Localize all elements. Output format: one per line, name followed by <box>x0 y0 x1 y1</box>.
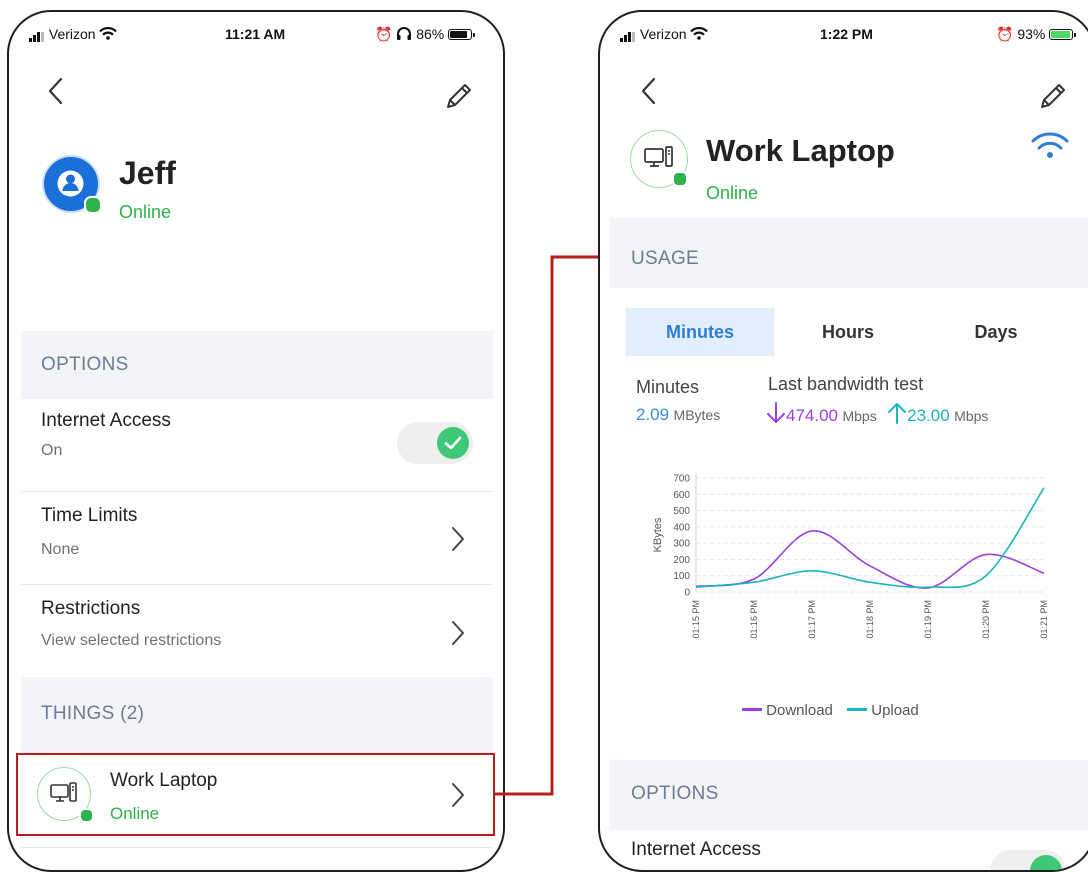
chart-x-tick-label: 01:16 PM <box>749 600 759 639</box>
device-name: Work Laptop <box>706 133 895 168</box>
chart-y-tick-label: 600 <box>673 490 690 501</box>
alarm-icon: ⏰ <box>375 26 393 42</box>
chart-x-tick-label: 01:17 PM <box>807 600 817 639</box>
arrow-up-icon <box>888 403 907 424</box>
bandwidth-label: Last bandwidth test <box>768 374 924 394</box>
usage-value-group: 2.09 MBytes <box>636 405 720 425</box>
usage-label: Minutes <box>636 377 700 397</box>
chart-y-tick-label: 200 <box>673 555 690 566</box>
profile-name: Jeff <box>119 155 176 191</box>
status-bar-right: Verizon <box>620 26 709 42</box>
tab-days[interactable]: Days <box>922 308 1070 356</box>
edit-pencil-icon[interactable] <box>1037 80 1069 112</box>
alarm-icon: ⏰ <box>996 26 1014 42</box>
internet-access-toggle[interactable] <box>397 422 473 464</box>
status-time: 11:21 AM <box>225 26 286 42</box>
options-header-label: OPTIONS <box>41 354 129 375</box>
legend-label-upload: Upload <box>871 702 919 719</box>
time-limits-title: Time Limits <box>41 505 138 526</box>
restrictions-value: View selected restrictions <box>41 632 222 649</box>
chart-y-tick-label: 400 <box>673 522 690 533</box>
chart-y-tick-label: 0 <box>684 588 690 599</box>
chart-y-tick-label: 700 <box>673 474 690 485</box>
back-arrow-icon[interactable] <box>45 76 67 106</box>
chart-y-tick-label: 500 <box>673 506 690 517</box>
online-indicator-dot <box>84 196 102 214</box>
chart-series-line-upload <box>695 487 1045 589</box>
chevron-right-icon[interactable] <box>449 524 467 554</box>
legend-swatch-download <box>742 708 762 711</box>
cellular-signal-icon <box>29 26 45 42</box>
back-arrow-icon[interactable] <box>638 76 660 106</box>
internet-access-title: Internet Access <box>631 839 761 860</box>
divider <box>21 847 493 848</box>
usage-unit: MBytes <box>673 407 721 423</box>
download-value: 474.00 <box>786 406 838 425</box>
chart-y-axis-label: KBytes <box>652 517 664 552</box>
battery-percent: 86% <box>416 26 445 42</box>
phone-left-screen: Verizon 11:21 AM ⏰ 86% Jeff Online OPTIO… <box>7 10 505 872</box>
things-header-label: THINGS (2) <box>41 703 145 724</box>
internet-access-value: On <box>41 442 63 459</box>
time-limits-value: None <box>41 541 80 558</box>
battery-percent: 93% <box>1017 26 1046 42</box>
chart-x-tick-label: 01:15 PM <box>691 600 701 639</box>
options-header-label: OPTIONS <box>631 783 719 804</box>
chevron-right-icon[interactable] <box>449 618 467 648</box>
highlight-box <box>16 753 495 836</box>
status-time: 1:22 PM <box>820 26 873 42</box>
online-indicator-dot <box>672 171 688 187</box>
edit-pencil-icon[interactable] <box>443 80 475 112</box>
status-right-group: ⏰ 93% <box>996 26 1077 43</box>
headphones-icon <box>397 27 412 40</box>
carrier-label: Verizon <box>48 26 96 42</box>
usage-header-label: USAGE <box>631 248 700 269</box>
battery-icon <box>448 29 476 40</box>
chart-y-tick-label: 300 <box>673 539 690 550</box>
tab-hours[interactable]: Hours <box>774 308 922 356</box>
chart-legend: Download Upload <box>742 702 919 719</box>
upload-unit: Mbps <box>954 408 989 424</box>
chart-x-tick-label: 01:20 PM <box>981 600 991 639</box>
device-status: Online <box>706 183 759 203</box>
legend-swatch-upload <box>847 708 868 711</box>
wifi-status-icon <box>690 27 709 40</box>
tab-minutes[interactable]: Minutes <box>626 308 774 356</box>
legend-label-download: Download <box>766 702 833 719</box>
chart-y-tick-label: 100 <box>673 571 690 582</box>
wifi-connection-icon <box>1031 132 1069 158</box>
cellular-signal-icon <box>620 26 636 42</box>
phone-right-screen: Verizon 1:22 PM ⏰ 93% Work Laptop Online <box>598 10 1088 872</box>
profile-status: Online <box>119 202 172 222</box>
status-bar-left: Verizon <box>29 26 118 42</box>
toggle-knob <box>1030 855 1062 870</box>
checkmark-icon <box>444 436 462 450</box>
bandwidth-values: 474.00 Mbps 23.00 Mbps <box>766 401 988 426</box>
download-unit: Mbps <box>842 408 877 424</box>
wifi-status-icon <box>99 27 118 40</box>
restrictions-title: Restrictions <box>41 598 141 619</box>
usage-line-chart: 0 100 200 300 400 500 600 700 01:15 PM 01:16 PM 0… <box>652 474 1049 639</box>
chart-x-tick-label: 01:21 PM <box>1039 600 1049 639</box>
usage-value: 2.09 <box>636 405 670 424</box>
upload-value: 23.00 <box>907 406 950 425</box>
chart-x-tick-label: 01:19 PM <box>923 600 933 639</box>
internet-access-title: Internet Access <box>41 410 171 431</box>
arrow-down-icon <box>767 402 785 423</box>
toggle-knob <box>437 427 469 459</box>
battery-charging-icon <box>1049 29 1077 40</box>
chart-x-tick-label: 01:18 PM <box>865 600 875 639</box>
status-right-group: ⏰ 86% <box>375 26 476 43</box>
carrier-label: Verizon <box>639 26 687 42</box>
